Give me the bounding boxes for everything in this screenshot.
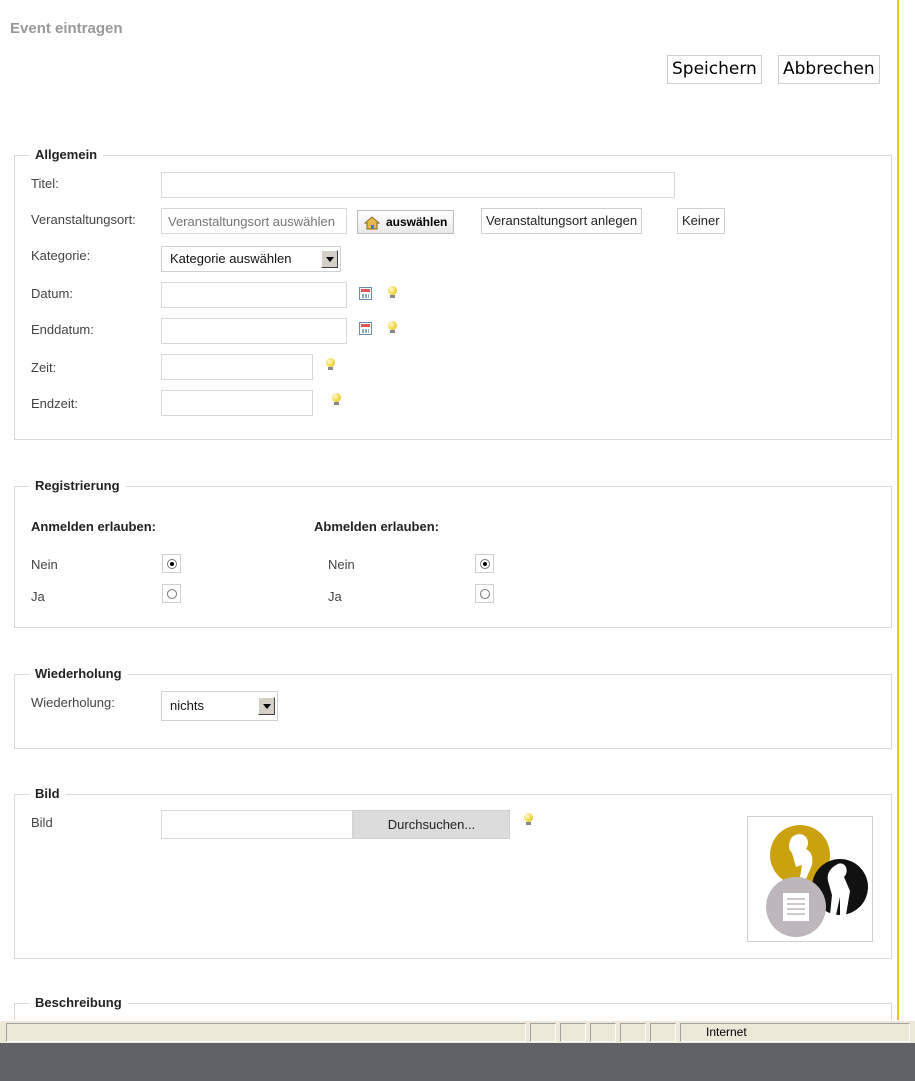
signoff-no-label: Nein — [328, 557, 355, 572]
signup-yes-radio[interactable] — [162, 584, 181, 603]
house-icon — [363, 215, 381, 230]
lightbulb-icon — [330, 393, 342, 407]
signoff-no-radio[interactable] — [475, 554, 494, 573]
lightbulb-icon — [386, 321, 398, 335]
description-legend: Beschreibung — [29, 995, 128, 1010]
browse-button[interactable]: Durchsuchen... — [353, 810, 510, 839]
enddate-input[interactable] — [161, 318, 347, 344]
venue-input[interactable] — [161, 208, 347, 234]
image-placeholder-icon — [766, 825, 868, 937]
image-label: Bild — [31, 815, 53, 830]
venue-select-button[interactable]: auswählen — [357, 210, 455, 234]
venue-none-button[interactable]: Keiner — [677, 208, 725, 234]
endtime-label: Endzeit: — [31, 396, 78, 411]
signup-no-radio[interactable] — [162, 554, 181, 573]
signup-no-label: Nein — [31, 557, 58, 572]
category-select[interactable]: Kategorie auswählen — [161, 246, 341, 272]
time-label: Zeit: — [31, 360, 57, 375]
lightbulb-icon — [386, 286, 398, 300]
venue-label: Veranstaltungsort: — [31, 212, 136, 227]
title-label: Titel: — [31, 176, 59, 191]
repeat-fieldset: Wiederholung Wiederholung: nichts — [14, 666, 892, 749]
zone-label: Internet — [706, 1025, 747, 1039]
enddate-label: Enddatum: — [31, 322, 94, 337]
status-text-segment — [6, 1023, 526, 1042]
calendar-icon[interactable] — [359, 322, 372, 335]
registration-fieldset: Registrierung Anmelden erlauben: Abmelde… — [14, 478, 892, 628]
image-file-input[interactable] — [161, 810, 353, 839]
repeat-select[interactable]: nichts — [161, 691, 278, 721]
signoff-yes-radio[interactable] — [475, 584, 494, 603]
image-placeholder — [747, 816, 873, 942]
signup-heading: Anmelden erlauben: — [31, 519, 156, 534]
chevron-down-icon — [258, 697, 275, 715]
status-segment — [560, 1023, 586, 1042]
lightbulb-icon — [522, 813, 534, 827]
page-border-accent — [897, 0, 899, 1020]
category-label: Kategorie: — [31, 248, 91, 263]
signoff-yes-label: Ja — [328, 589, 342, 604]
taskbar — [0, 1043, 915, 1081]
status-segment — [590, 1023, 616, 1042]
category-select-value: Kategorie auswählen — [170, 251, 292, 266]
signup-yes-label: Ja — [31, 589, 45, 604]
lightbulb-icon — [324, 358, 336, 372]
title-input[interactable] — [161, 172, 675, 198]
signoff-heading: Abmelden erlauben: — [314, 519, 439, 534]
browser-viewport: Event eintragen Speichern Abbrechen Allg… — [0, 0, 915, 1020]
description-fieldset: Beschreibung — [14, 995, 892, 1020]
status-segment — [650, 1023, 676, 1042]
image-fieldset: Bild Bild Durchsuchen... — [14, 786, 892, 959]
venue-select-label: auswählen — [386, 215, 448, 229]
save-button[interactable]: Speichern — [667, 55, 762, 84]
endtime-input[interactable] — [161, 390, 313, 416]
general-fieldset: Allgemein Titel: Veranstaltungsort: ausw… — [14, 147, 892, 440]
page-title: Event eintragen — [10, 20, 123, 37]
repeat-legend: Wiederholung — [29, 666, 128, 681]
status-segment — [530, 1023, 556, 1042]
repeat-select-value: nichts — [170, 698, 204, 713]
cancel-button[interactable]: Abbrechen — [778, 55, 880, 84]
time-input[interactable] — [161, 354, 313, 380]
calendar-icon[interactable] — [359, 287, 372, 300]
image-legend: Bild — [29, 786, 66, 801]
chevron-down-icon — [321, 250, 338, 268]
registration-legend: Registrierung — [29, 478, 126, 493]
date-label: Datum: — [31, 286, 73, 301]
status-segment — [620, 1023, 646, 1042]
venue-create-button[interactable]: Veranstaltungsort anlegen — [481, 208, 643, 234]
general-legend: Allgemein — [29, 147, 104, 162]
date-input[interactable] — [161, 282, 347, 308]
browser-statusbar: Internet — [0, 1020, 915, 1043]
repeat-label: Wiederholung: — [31, 695, 115, 710]
